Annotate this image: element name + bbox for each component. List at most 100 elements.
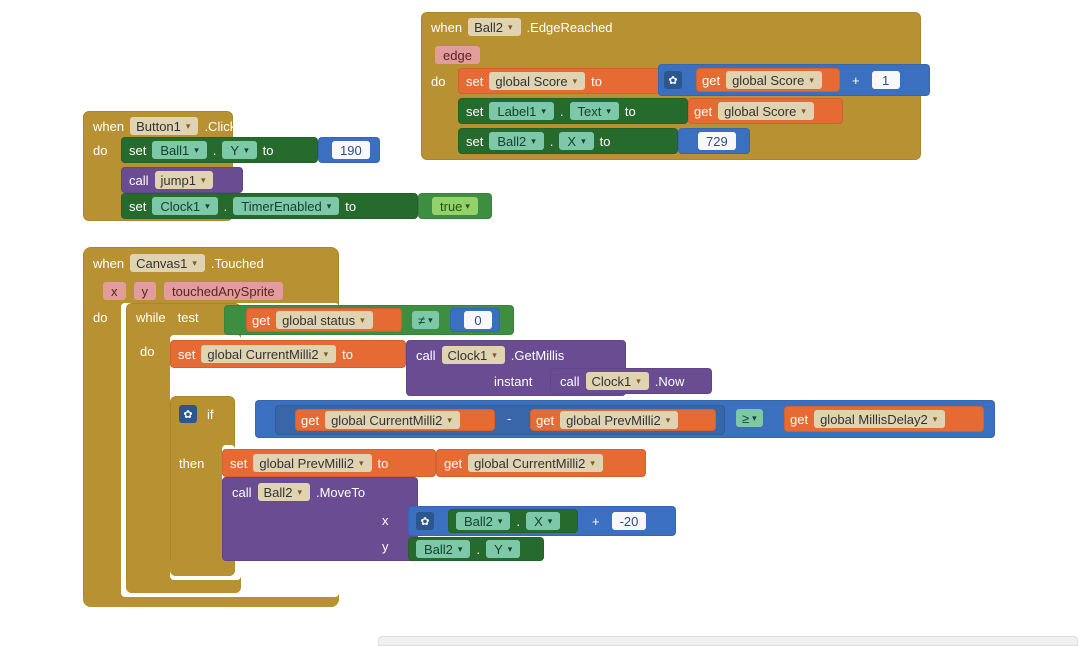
var-dropdown-global-status[interactable]: global status bbox=[276, 311, 373, 329]
keyword-call: call bbox=[560, 374, 580, 389]
component-dropdown-ball2-2[interactable]: Ball2 bbox=[489, 132, 543, 150]
dot: . bbox=[560, 104, 564, 119]
arg-y: y bbox=[382, 539, 389, 554]
keyword-call: call bbox=[416, 348, 436, 363]
get-ball2-y[interactable]: Ball2 . Y bbox=[408, 537, 544, 561]
get-ball2-x[interactable]: Ball2 . X bbox=[448, 509, 578, 533]
boolean-literal-true[interactable]: true bbox=[432, 197, 478, 215]
gear-icon[interactable]: ✿ bbox=[664, 71, 682, 89]
call-clock1-now[interactable]: call Clock1 .Now bbox=[550, 368, 712, 394]
var-dropdown-global-score-right[interactable]: global Score bbox=[726, 71, 822, 89]
component-dropdown-clock1[interactable]: Clock1 bbox=[152, 197, 217, 215]
keyword-get: get bbox=[790, 412, 808, 427]
var-dropdown-global-score[interactable]: global Score bbox=[489, 72, 585, 90]
property-dropdown-y[interactable]: Y bbox=[222, 141, 256, 159]
keyword-when: when bbox=[93, 256, 124, 271]
keyword-when: when bbox=[93, 119, 124, 134]
keyword-get: get bbox=[536, 413, 554, 428]
var-dropdown-millisdelay2[interactable]: global MillisDelay2 bbox=[814, 410, 945, 428]
keyword-get: get bbox=[444, 456, 462, 471]
number-literal-0[interactable]: 0 bbox=[464, 311, 492, 329]
number-socket-0[interactable]: 0 bbox=[450, 308, 500, 332]
keyword-to: to bbox=[600, 134, 611, 149]
keyword-get: get bbox=[694, 104, 712, 119]
set-global-currentmilli2[interactable]: set global CurrentMilli2 to bbox=[170, 340, 406, 368]
number-literal-neg20[interactable]: -20 bbox=[612, 512, 647, 530]
property-dropdown-x-2[interactable]: X bbox=[526, 512, 560, 530]
set-label1-text[interactable]: set Label1 . Text to bbox=[458, 98, 688, 124]
boolean-true-socket[interactable]: true bbox=[418, 193, 492, 219]
component-dropdown-canvas1[interactable]: Canvas1 bbox=[130, 254, 205, 272]
component-dropdown-ball2-5[interactable]: Ball2 bbox=[416, 540, 470, 558]
component-dropdown-label1[interactable]: Label1 bbox=[489, 102, 554, 120]
gte-operator[interactable]: ≥ bbox=[736, 409, 763, 427]
get-global-status[interactable]: get global status bbox=[246, 308, 402, 332]
call-jump1[interactable]: call jump1 bbox=[121, 167, 243, 193]
set-global-prevmilli2[interactable]: set global PrevMilli2 to bbox=[222, 449, 436, 477]
keyword-to: to bbox=[591, 74, 602, 89]
method-now: .Now bbox=[655, 374, 685, 389]
get-prevmilli2-if[interactable]: get global PrevMilli2 bbox=[530, 409, 716, 431]
call-ball2-moveto[interactable]: call Ball2 .MoveTo x y bbox=[222, 477, 418, 561]
dot: . bbox=[516, 514, 520, 529]
number-literal-729[interactable]: 729 bbox=[698, 132, 736, 150]
property-dropdown-timerenabled[interactable]: TimerEnabled bbox=[233, 197, 339, 215]
keyword-set: set bbox=[466, 104, 483, 119]
param-y: y bbox=[134, 282, 157, 300]
number-socket-729[interactable]: 729 bbox=[678, 128, 750, 154]
if-foot bbox=[170, 560, 235, 576]
keyword-to: to bbox=[342, 347, 353, 362]
gear-icon[interactable]: ✿ bbox=[179, 405, 197, 423]
var-dropdown-currentmilli2-3[interactable]: global CurrentMilli2 bbox=[468, 454, 603, 472]
var-dropdown-currentmilli2[interactable]: global CurrentMilli2 bbox=[201, 345, 336, 363]
plus-op-2: + bbox=[592, 514, 600, 529]
keyword-if: if bbox=[207, 407, 214, 422]
set-ball1-y[interactable]: set Ball1 . Y to bbox=[121, 137, 318, 163]
var-dropdown-global-score-3[interactable]: global Score bbox=[718, 102, 814, 120]
minus-op: - bbox=[507, 411, 511, 426]
keyword-set: set bbox=[466, 74, 483, 89]
get-currentmilli2-if[interactable]: get global CurrentMilli2 bbox=[295, 409, 495, 431]
component-dropdown-clock1-3[interactable]: Clock1 bbox=[586, 372, 649, 390]
backpack-panel bbox=[378, 636, 1078, 646]
keyword-set: set bbox=[129, 199, 146, 214]
proc-dropdown-jump1[interactable]: jump1 bbox=[155, 171, 214, 189]
component-dropdown-ball2-3[interactable]: Ball2 bbox=[258, 483, 310, 501]
keyword-to: to bbox=[345, 199, 356, 214]
number-socket-190[interactable]: 190 bbox=[318, 137, 380, 163]
var-dropdown-currentmilli2-2[interactable]: global CurrentMilli2 bbox=[325, 411, 460, 429]
keyword-set: set bbox=[230, 456, 247, 471]
var-dropdown-prevmilli2[interactable]: global PrevMilli2 bbox=[560, 411, 678, 429]
set-ball2-x[interactable]: set Ball2 . X to bbox=[458, 128, 678, 154]
property-dropdown-y-2[interactable]: Y bbox=[486, 540, 520, 558]
get-millisdelay2[interactable]: get global MillisDelay2 bbox=[784, 406, 984, 432]
keyword-get: get bbox=[702, 73, 720, 88]
get-global-score[interactable]: get global Score bbox=[696, 68, 840, 92]
component-dropdown-ball2[interactable]: Ball2 bbox=[468, 18, 520, 36]
set-global-score[interactable]: set global Score to bbox=[458, 68, 668, 94]
number-literal-1[interactable]: 1 bbox=[872, 71, 900, 89]
number-literal-190[interactable]: 190 bbox=[332, 141, 370, 159]
keyword-call: call bbox=[232, 485, 252, 500]
property-dropdown-text[interactable]: Text bbox=[570, 102, 619, 120]
var-dropdown-prevmilli2-2[interactable]: global PrevMilli2 bbox=[253, 454, 371, 472]
component-dropdown-ball1[interactable]: Ball1 bbox=[152, 141, 206, 159]
get-currentmilli2-then[interactable]: get global CurrentMilli2 bbox=[436, 449, 646, 477]
dot: . bbox=[476, 542, 480, 557]
keyword-then: then bbox=[179, 456, 204, 471]
arg-instant: instant bbox=[494, 374, 532, 389]
dot: . bbox=[213, 143, 217, 158]
keyword-test: test bbox=[178, 310, 199, 325]
set-clock1-timerenabled[interactable]: set Clock1 . TimerEnabled to bbox=[121, 193, 418, 219]
component-dropdown-clock1-2[interactable]: Clock1 bbox=[442, 346, 505, 364]
keyword-do: do bbox=[431, 74, 445, 89]
gear-icon[interactable]: ✿ bbox=[416, 512, 434, 530]
property-dropdown-x[interactable]: X bbox=[559, 132, 593, 150]
component-dropdown-button1[interactable]: Button1 bbox=[130, 117, 198, 135]
component-dropdown-ball2-4[interactable]: Ball2 bbox=[456, 512, 510, 530]
while-foot bbox=[126, 580, 241, 593]
keyword-call: call bbox=[129, 173, 149, 188]
get-global-score-2[interactable]: get global Score bbox=[688, 98, 843, 124]
neq-operator[interactable]: ≠ bbox=[412, 311, 439, 329]
keyword-to: to bbox=[625, 104, 636, 119]
